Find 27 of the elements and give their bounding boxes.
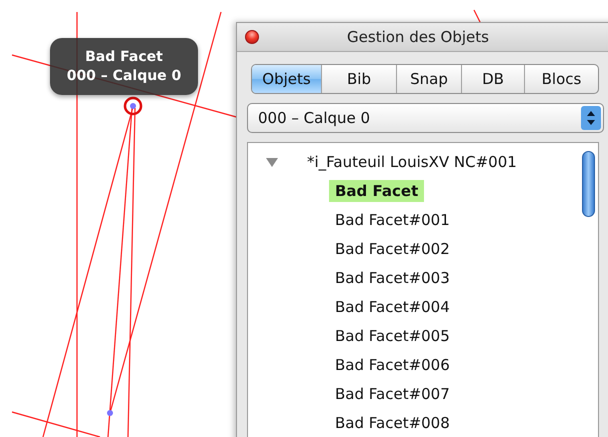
tooltip-text: Bad Facet [85, 48, 163, 66]
tab[interactable]: Blocs [525, 65, 598, 93]
tab[interactable]: Bib [322, 65, 397, 93]
point-icon [107, 410, 113, 416]
window-title: Gestion des Objets [347, 28, 489, 46]
layer-dropdown[interactable]: 000 – Calque 0 [247, 103, 604, 133]
tree-item[interactable]: Bad Facet#002 [329, 238, 456, 260]
tree-item[interactable]: Bad Facet#007 [329, 382, 456, 404]
tree-item[interactable]: Bad Facet [329, 180, 424, 202]
tree-item[interactable]: Bad Facet#001 [329, 208, 456, 230]
tree-item[interactable]: *i_Fauteuil LouisXV NC#001 [307, 152, 517, 170]
point-icon [130, 103, 136, 109]
tree-item[interactable]: Bad Facet#003 [329, 266, 456, 288]
tab[interactable]: Snap [397, 65, 462, 93]
tree-item[interactable]: Bad Facet#005 [329, 324, 456, 346]
tree-item[interactable]: Bad Facet#008 [329, 412, 456, 434]
expanded-triangle-icon[interactable] [266, 156, 278, 168]
scrollbar-thumb[interactable] [582, 151, 595, 217]
tooltip-text: 000 – Calque 0 [66, 66, 182, 86]
tree-item[interactable]: Bad Facet#006 [329, 354, 456, 376]
stepper-arrows-icon [581, 106, 601, 130]
point-marker-icon [124, 96, 142, 116]
tab[interactable]: Objets [252, 65, 322, 93]
edge-line [473, 10, 482, 24]
tab[interactable]: DB [462, 65, 525, 93]
tree-item[interactable]: Bad Facet#004 [329, 296, 456, 318]
close-button[interactable] [245, 30, 259, 44]
